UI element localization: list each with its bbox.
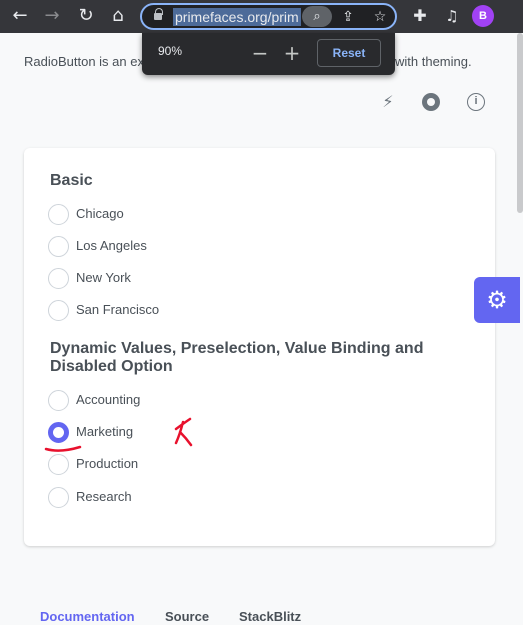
zoom-reset-button[interactable]: Reset bbox=[317, 39, 381, 67]
gear-icon[interactable]: ⚙ bbox=[474, 277, 520, 323]
zoom-level: 90% bbox=[158, 44, 183, 58]
radio-label[interactable]: Accounting bbox=[76, 392, 140, 407]
radio-demo-card: Basic Chicago Los Angeles New York San F… bbox=[24, 148, 495, 546]
zoom-popup: 90% − + Reset bbox=[142, 33, 395, 75]
url-text[interactable]: primefaces.org/prim bbox=[173, 8, 301, 26]
reload-icon[interactable]: ↻ bbox=[74, 4, 98, 28]
radio-label[interactable]: Research bbox=[76, 489, 132, 504]
tab-stackblitz[interactable]: StackBlitz bbox=[239, 609, 301, 624]
radio-button-selected[interactable] bbox=[48, 422, 69, 443]
intro-text-end: with theming. bbox=[395, 54, 472, 69]
zoom-out-icon[interactable]: − bbox=[248, 41, 272, 65]
star-icon[interactable]: ☆ bbox=[370, 7, 390, 27]
radio-button[interactable] bbox=[48, 268, 69, 289]
intro-text-start: RadioButton is an ex bbox=[24, 54, 144, 69]
radio-button[interactable] bbox=[48, 204, 69, 225]
radio-button[interactable] bbox=[48, 236, 69, 257]
address-bar[interactable]: primefaces.org/prim ⌕ ⇪ ☆ bbox=[140, 3, 397, 30]
browser-toolbar: ← → ↻ ⌂ primefaces.org/prim ⌕ ⇪ ☆ ✚ ♫ B bbox=[0, 0, 523, 33]
forward-arrow-icon[interactable]: → bbox=[40, 4, 64, 28]
radio-label[interactable]: New York bbox=[76, 270, 131, 285]
radio-button[interactable] bbox=[48, 300, 69, 321]
radio-button[interactable] bbox=[48, 487, 69, 508]
radio-label[interactable]: Marketing bbox=[76, 424, 133, 439]
info-icon[interactable]: i bbox=[467, 93, 485, 111]
dynamic-heading: Dynamic Values, Preselection, Value Bind… bbox=[50, 340, 424, 375]
back-arrow-icon[interactable]: ← bbox=[8, 4, 32, 28]
basic-heading: Basic bbox=[50, 172, 93, 189]
bolt-icon[interactable]: ⚡ bbox=[378, 92, 398, 112]
tab-source[interactable]: Source bbox=[165, 609, 209, 624]
profile-avatar[interactable]: B bbox=[472, 5, 494, 27]
tab-documentation[interactable]: Documentation bbox=[40, 609, 135, 624]
radio-label[interactable]: Production bbox=[76, 456, 138, 471]
zoom-magnifier-icon[interactable]: ⌕ bbox=[302, 6, 332, 27]
radio-label[interactable]: Chicago bbox=[76, 206, 124, 221]
share-icon[interactable]: ⇪ bbox=[338, 7, 358, 27]
radio-button[interactable] bbox=[48, 454, 69, 475]
radio-label[interactable]: San Francisco bbox=[76, 302, 159, 317]
home-icon[interactable]: ⌂ bbox=[106, 4, 130, 28]
radio-label[interactable]: Los Angeles bbox=[76, 238, 147, 253]
media-queue-icon[interactable]: ♫ bbox=[440, 4, 464, 28]
zoom-in-icon[interactable]: + bbox=[280, 41, 304, 65]
extensions-puzzle-icon[interactable]: ✚ bbox=[408, 4, 432, 28]
github-icon[interactable] bbox=[422, 93, 440, 111]
lock-icon[interactable] bbox=[154, 8, 163, 21]
page-scrollbar[interactable] bbox=[517, 33, 523, 213]
radio-button[interactable] bbox=[48, 390, 69, 411]
